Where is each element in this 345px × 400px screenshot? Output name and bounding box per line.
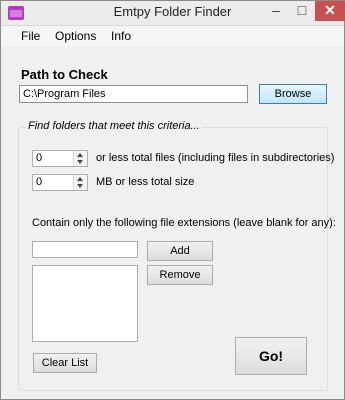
max-files-value[interactable]: 0 [36, 152, 42, 164]
title-bar: Emtpy Folder Finder – □ ✕ [1, 1, 345, 26]
max-files-label: or less total files (including files in … [96, 152, 335, 164]
menu-file[interactable]: File [21, 29, 40, 43]
spin-down-icon[interactable] [77, 184, 83, 188]
menu-options[interactable]: Options [55, 29, 96, 43]
minimize-button[interactable]: – [263, 1, 289, 21]
max-size-spinner[interactable]: 0 [32, 174, 88, 191]
criteria-legend: Find folders that meet this criteria... [26, 120, 202, 132]
max-files-spinner[interactable]: 0 [32, 150, 88, 167]
menu-bar: File Options Info [1, 26, 344, 46]
max-size-value[interactable]: 0 [36, 176, 42, 188]
menu-info[interactable]: Info [111, 29, 131, 43]
max-size-label: MB or less total size [96, 176, 195, 188]
extensions-label: Contain only the following file extensio… [32, 217, 336, 229]
browse-button[interactable]: Browse [259, 84, 327, 104]
app-window: Emtpy Folder Finder – □ ✕ File Options I… [0, 0, 345, 400]
spin-up-icon[interactable] [77, 177, 83, 181]
clear-list-button[interactable]: Clear List [33, 353, 97, 373]
spin-down-icon[interactable] [77, 160, 83, 164]
path-label: Path to Check [21, 67, 108, 82]
maximize-button[interactable]: □ [289, 1, 315, 21]
max-files-spin-arrows[interactable] [73, 151, 87, 166]
extensions-list[interactable] [32, 265, 138, 342]
close-button[interactable]: ✕ [315, 1, 345, 21]
path-input[interactable]: C:\Program Files [19, 85, 248, 103]
max-size-spin-arrows[interactable] [73, 175, 87, 190]
remove-extension-button[interactable]: Remove [147, 265, 213, 285]
spin-up-icon[interactable] [77, 153, 83, 157]
extension-input[interactable] [32, 241, 138, 258]
add-extension-button[interactable]: Add [147, 241, 213, 261]
go-button[interactable]: Go! [235, 337, 307, 375]
